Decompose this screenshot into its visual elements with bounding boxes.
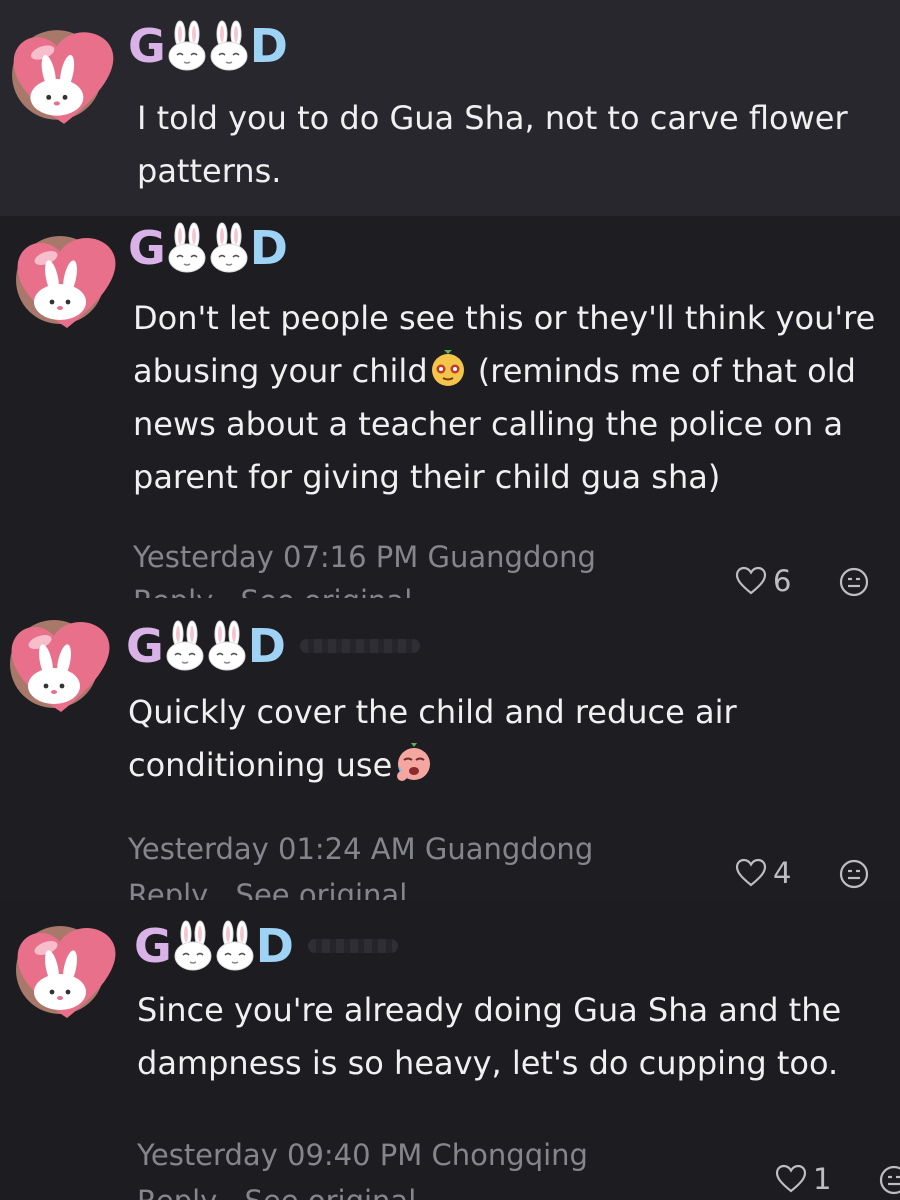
username-letter: G <box>134 919 172 973</box>
comment-actions: Reply See original <box>137 1184 434 1200</box>
reply-link[interactable]: Reply <box>133 584 213 598</box>
comment-meta: Yesterday 07:16 PM Guangdong <box>133 540 596 574</box>
username[interactable]: G D <box>134 916 398 976</box>
comment-item[interactable]: G D I told you to do Gua Sha, not to car… <box>0 0 900 216</box>
redacted-username-suffix <box>307 939 398 953</box>
like-button[interactable]: 1 <box>775 1162 831 1196</box>
comment-text: Since you're already doing Gua Sha and t… <box>137 991 842 1082</box>
comment-time: Yesterday 09:40 PM <box>137 1138 423 1172</box>
like-heart-icon <box>775 1163 807 1195</box>
like-count: 6 <box>773 564 792 598</box>
username-letter: D <box>249 221 288 275</box>
bunny-icon <box>207 620 247 672</box>
comment-item[interactable]: G D Since you're already doing Gua Sha a… <box>0 900 900 1200</box>
like-count: 1 <box>813 1162 832 1196</box>
emoji-reaction-button[interactable] <box>838 858 870 894</box>
reply-link[interactable]: Reply <box>128 878 208 900</box>
username-letter: D <box>255 919 294 973</box>
like-heart-icon <box>735 857 767 889</box>
like-heart-icon <box>735 565 767 597</box>
comment-text-part: Quickly cover the child and reduce air c… <box>128 693 737 784</box>
comment-actions: Reply See original <box>133 584 430 598</box>
username-letter: G <box>126 619 164 673</box>
bunny-icon <box>209 222 249 274</box>
bunny-icon <box>215 920 255 972</box>
like-count: 4 <box>773 856 792 890</box>
bunny-icon <box>167 20 207 72</box>
comment-meta: Yesterday 01:24 AM Guangdong <box>128 832 593 866</box>
username[interactable]: G D <box>128 16 288 76</box>
bunny-icon <box>173 920 213 972</box>
comment-location: Guangdong <box>427 540 596 574</box>
comment-item[interactable]: G D Quickly cover the child and reduce a… <box>0 598 900 900</box>
comment-actions: Reply See original <box>128 878 425 900</box>
comment-text: I told you to do Gua Sha, not to carve f… <box>137 99 848 190</box>
username-letter: D <box>247 619 286 673</box>
username-letter: G <box>128 221 166 275</box>
emoji-reaction-icon <box>838 566 870 598</box>
comment-item[interactable]: G D Don't let people see this or they'll… <box>0 216 900 598</box>
emoji-reaction-icon <box>838 858 870 890</box>
see-original-link[interactable]: See original <box>236 878 408 900</box>
bunny-icon <box>165 620 205 672</box>
comment-text: Don't let people see this or they'll thi… <box>133 292 893 504</box>
user-avatar-icon[interactable] <box>12 228 122 338</box>
emoji-reaction-button[interactable] <box>878 1164 900 1200</box>
username-letter: G <box>128 19 166 73</box>
comment-meta: Yesterday 09:40 PM Chongqing <box>137 1138 588 1172</box>
user-avatar-icon[interactable] <box>8 22 120 134</box>
username[interactable]: G D <box>126 616 420 676</box>
comment-location: Chongqing <box>431 1138 588 1172</box>
username[interactable]: G D <box>128 218 288 278</box>
bunny-icon <box>167 222 207 274</box>
emoji-reaction-icon <box>878 1164 900 1196</box>
like-button[interactable]: 4 <box>735 856 791 890</box>
bunny-icon <box>209 20 249 72</box>
comment-text: Quickly cover the child and reduce air c… <box>128 686 768 792</box>
cheeky-face-emoji-icon <box>431 350 464 386</box>
emoji-reaction-button[interactable] <box>838 566 870 598</box>
comment-location: Guangdong <box>424 832 594 866</box>
see-original-link[interactable]: See original <box>241 584 413 598</box>
like-button[interactable]: 6 <box>735 564 791 598</box>
comment-time: Yesterday 01:24 AM <box>128 832 416 866</box>
user-avatar-icon[interactable] <box>6 612 116 722</box>
reply-link[interactable]: Reply <box>137 1184 217 1200</box>
user-avatar-icon[interactable] <box>12 918 122 1028</box>
username-letter: D <box>249 19 288 73</box>
see-original-link[interactable]: See original <box>245 1184 417 1200</box>
redacted-username-suffix <box>299 639 420 653</box>
crying-face-emoji-icon <box>397 743 431 781</box>
comment-time: Yesterday 07:16 PM <box>133 540 419 574</box>
